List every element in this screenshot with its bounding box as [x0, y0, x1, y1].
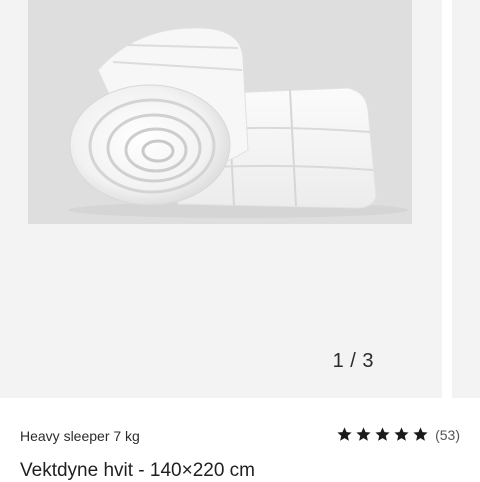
product-image-gallery[interactable]: 1 / 3 — [0, 0, 480, 398]
product-info: Heavy sleeper 7 kg (53) Vektdyne hvit - … — [0, 398, 480, 481]
star-icon — [413, 427, 428, 441]
gallery-slide[interactable]: 1 / 3 — [0, 0, 442, 398]
rating-stars — [336, 426, 429, 443]
product-title: Vektdyne hvit - 140×220 cm — [20, 460, 256, 481]
product-image[interactable] — [28, 0, 412, 224]
product-rating[interactable]: (53) — [336, 426, 460, 443]
gallery-counter: 1 / 3 — [332, 350, 374, 372]
next-slide-preview[interactable] — [452, 0, 480, 398]
star-icon — [375, 427, 390, 441]
star-icon — [356, 427, 371, 441]
product-brand[interactable]: Heavy sleeper 7 kg — [20, 428, 140, 444]
star-icon — [337, 427, 352, 441]
review-count[interactable]: (53) — [435, 427, 460, 443]
star-icon — [394, 427, 409, 441]
